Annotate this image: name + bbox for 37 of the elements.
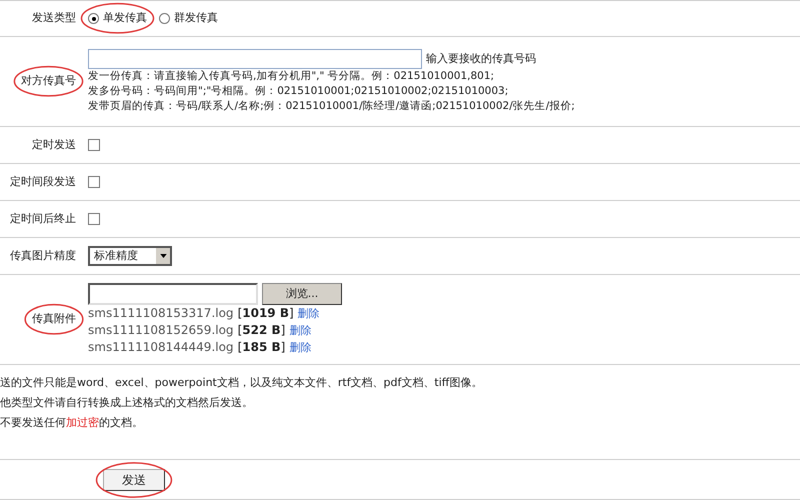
annotation-ellipse	[13, 65, 84, 98]
note-text: 他类型文件请自行转换成上述格式的文档然后发送。	[0, 395, 254, 411]
field-label: 对方传真号	[21, 73, 76, 90]
help-text: 发多份号码：号码间用";"号相隔。例：02151010001;02151010002;02151010003;	[88, 84, 510, 99]
browse-button[interactable]: 浏览...	[262, 283, 342, 305]
field-label: 定时发送	[32, 136, 76, 153]
file-name: sms1111108153317.log	[88, 305, 234, 322]
help-text: 发带页眉的传真：号码/联系人/名称;例：02151010001/陈经理/邀请函;02151010002/张先生/报价;	[88, 99, 576, 114]
annotation-ellipse	[24, 303, 84, 336]
field-label: 传真图片精度	[10, 248, 76, 264]
precision-select[interactable]: 标准精度	[88, 246, 172, 266]
note-text: 不要发送任何加过密的文档。	[0, 415, 144, 431]
file-path-field[interactable]	[88, 283, 258, 305]
delete-link[interactable]: 删除	[298, 305, 320, 322]
checkbox[interactable]	[88, 139, 100, 151]
field-label: 发送类型	[32, 10, 76, 26]
radio-button[interactable]	[88, 13, 99, 24]
send-button[interactable]: 发送	[103, 468, 165, 490]
field-label: 定时间后终止	[10, 210, 76, 227]
field-label: 定时间段发送	[10, 174, 76, 190]
delete-link[interactable]: 删除	[289, 339, 312, 356]
help-text: 发一份传真：请直接输入传真号码,加有分机用"," 号分隔。例：02151010001,801;	[88, 69, 496, 84]
file-size: [522 B]	[238, 322, 286, 339]
field-hint: 输入要接收的传真号码	[426, 50, 536, 67]
checkbox[interactable]	[88, 176, 100, 188]
radio-button[interactable]	[159, 13, 170, 24]
file-name: sms1111108152659.log	[88, 322, 234, 339]
file-size: [185 B]	[238, 339, 286, 356]
field-label: 传真附件	[32, 311, 76, 328]
file-size: [1019 B]	[238, 305, 294, 322]
fax-number-field[interactable]	[88, 49, 422, 69]
note-text: 送的文件只能是word、excel、powerpoint文档，以及纯文本文件、rtf文档、pdf文档、tiff图像。	[0, 375, 484, 391]
radio-option[interactable]: 群发传真	[159, 10, 218, 27]
checkbox[interactable]	[88, 213, 100, 225]
file-name: sms1111108144449.log	[88, 339, 234, 356]
delete-link[interactable]: 删除	[289, 322, 312, 339]
dropdown-arrow-icon	[160, 254, 166, 258]
